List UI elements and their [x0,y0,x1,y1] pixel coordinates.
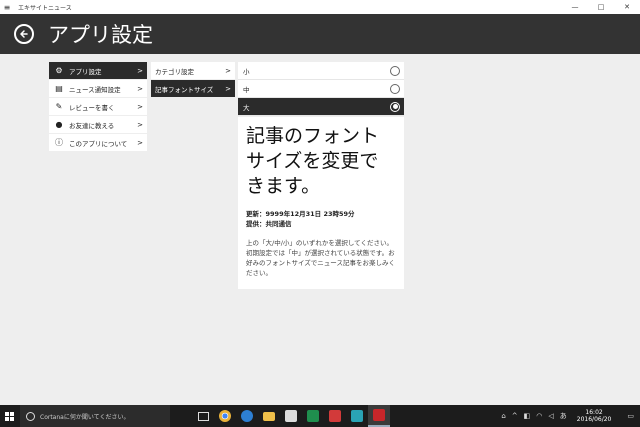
excite-news-icon[interactable] [368,405,390,427]
chevron-right-icon: > [137,120,143,129]
minimize-button[interactable]: — [562,0,588,14]
chrome-icon[interactable] [214,405,236,427]
start-button[interactable] [0,405,18,427]
menu-item-label: このアプリについて [69,139,128,148]
app-glyph [219,410,231,422]
cortana-icon [26,411,35,421]
radio-button[interactable] [390,65,400,76]
submenu-item-label: 記事フォントサイズ [155,85,214,94]
info-icon: ⓘ [55,138,63,147]
back-arrow-glyph [20,30,28,38]
menu-item-news-notification[interactable]: ▤ ニュース通知設定 > [49,80,147,98]
chevron-right-icon: > [137,138,143,147]
radio-button-selected[interactable] [390,101,400,112]
submenu-item-category[interactable]: カテゴリ設定 > [151,62,235,80]
menu-item-label: レビューを書く [69,103,115,112]
preview-meta: 更新：9999年12月31日 23時59分 提供：共同通信 [246,209,396,229]
radio-button[interactable] [390,83,400,94]
chevron-right-icon: > [137,102,143,111]
chat-icon: ● [55,120,63,129]
notifications-icon[interactable]: ▭ [627,412,634,420]
chevron-right-icon: > [137,66,143,75]
font-size-option-large[interactable]: 大 [238,98,404,116]
app-glyph [351,410,363,422]
option-label: 大 [243,103,250,112]
gear-icon: ⚙ [55,66,63,75]
chevron-right-icon: > [137,84,143,93]
app-glyph [263,411,275,421]
people-icon[interactable]: ⌂ [501,412,505,420]
menu-item-app-settings[interactable]: ⚙ アプリ設定 > [49,62,147,80]
cortana-search-box[interactable]: Cortanaに何か聞いてください。 [20,405,170,427]
preview-updated: 更新：9999年12月31日 23時59分 [246,210,355,218]
chevron-up-icon[interactable]: ^ [512,412,518,420]
network-icon[interactable]: ◧ [524,412,531,420]
submenu-item-label: カテゴリ設定 [155,67,194,76]
chevron-right-icon: > [225,66,231,75]
menu-item-tell-friends[interactable]: ● お友達に教える > [49,116,147,134]
option-label: 小 [243,67,250,76]
ime-icon[interactable]: あ [560,411,567,421]
taskbar-apps [192,405,390,427]
font-size-options: 小 中 大 [238,62,404,116]
store-icon[interactable] [280,405,302,427]
submenu-item-font-size[interactable]: 記事フォントサイズ > [151,80,235,98]
close-button[interactable]: ✕ [614,0,640,14]
menu-item-about[interactable]: ⓘ このアプリについて > [49,134,147,152]
page-title: アプリ設定 [48,23,153,47]
font-size-option-medium[interactable]: 中 [238,80,404,98]
menu-item-write-review[interactable]: ✎ レビューを書く > [49,98,147,116]
app-red-icon[interactable] [324,405,346,427]
font-preview-panel: 記事のフォントサイズを変更できます。 更新：9999年12月31日 23時59分… [238,117,404,289]
preview-provider: 提供：共同通信 [246,220,292,228]
edge-icon[interactable] [236,405,258,427]
taskbar: Cortanaに何か聞いてください。 ⌂ ^ ◧ ◠ ◁ あ 16:02 201… [0,405,640,427]
hamburger-icon[interactable]: ≡ [0,0,14,14]
back-arrow-icon[interactable] [14,24,34,44]
menu-item-label: ニュース通知設定 [69,85,121,94]
preview-body: 上の「大/中/小」のいずれかを選択してください。初期設定では「中」が選択されてい… [246,239,395,277]
option-label: 中 [243,85,250,94]
app-glyph [329,410,341,422]
clock-date: 2016/06/20 [576,416,612,423]
window-controls: — □ ✕ [562,0,640,14]
settings-menu: ⚙ アプリ設定 > ▤ ニュース通知設定 > ✎ レビューを書く > ● お友達… [49,62,147,152]
app-glyph [373,409,385,421]
app-glyph [307,410,319,422]
app-teal-icon[interactable] [346,405,368,427]
window-titlebar: ≡ エキサイトニュース — □ ✕ [0,0,640,14]
app-glyph [241,410,253,422]
app-header: アプリ設定 [0,14,640,54]
volume-icon[interactable]: ◁ [548,412,553,420]
excel-icon[interactable] [302,405,324,427]
windows-logo-icon [4,411,14,421]
edit-icon: ✎ [55,102,63,111]
menu-item-label: お友達に教える [69,121,115,130]
maximize-button[interactable]: □ [588,0,614,14]
wifi-icon[interactable]: ◠ [536,412,542,420]
file-explorer-icon[interactable] [258,405,280,427]
menu-item-label: アプリ設定 [69,67,102,76]
app-settings-submenu: カテゴリ設定 > 記事フォントサイズ > [151,62,235,98]
window-title: エキサイトニュース [18,4,72,12]
app-glyph [197,411,209,421]
font-size-option-small[interactable]: 小 [238,62,404,80]
chevron-right-icon: > [225,84,231,93]
preview-heading: 記事のフォントサイズを変更できます。 [246,125,380,197]
search-placeholder: Cortanaに何か聞いてください。 [40,413,130,421]
newspaper-icon: ▤ [55,84,63,93]
clock[interactable]: 16:02 2016/06/20 [577,409,612,423]
system-tray: ⌂ ^ ◧ ◠ ◁ あ 16:02 2016/06/20 ▭ [501,405,640,427]
radio-dot [392,104,398,109]
clock-time: 16:02 [585,409,603,416]
app-glyph [285,410,297,422]
task-view-icon[interactable] [192,405,214,427]
